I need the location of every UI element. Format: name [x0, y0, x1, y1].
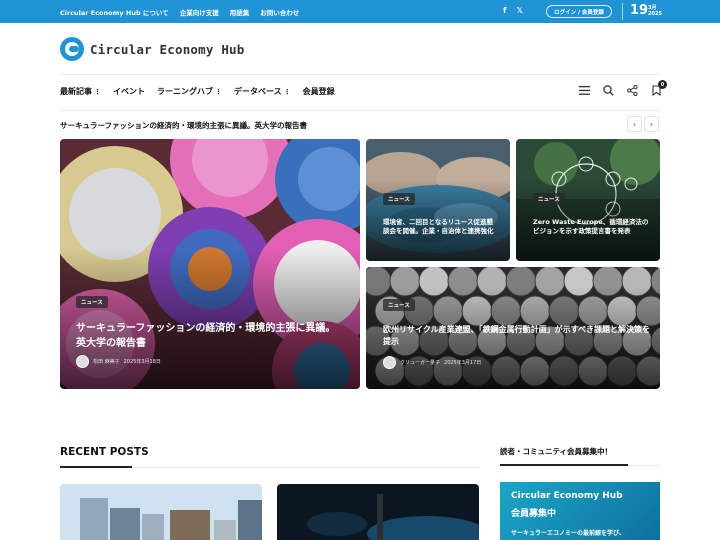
- category-tag[interactable]: ニュース: [533, 193, 565, 205]
- recent-post-thumb-1[interactable]: [60, 484, 262, 540]
- blue-bokeh-image: [277, 484, 479, 540]
- date-month-year: 3月 2025: [648, 5, 662, 17]
- avatar: [383, 356, 396, 369]
- category-tag[interactable]: ニュース: [383, 193, 415, 205]
- divider: [60, 74, 660, 75]
- card-title[interactable]: Zero Waste Europe、循環経済法のビジョンを示す政策提言書を発表: [533, 218, 649, 237]
- nav-tools: 0: [578, 80, 667, 96]
- nav-label: 会員登録: [302, 87, 335, 96]
- nav-label: イベント: [113, 87, 145, 96]
- avatar: [76, 355, 89, 368]
- date-day: 19: [630, 3, 649, 18]
- heading-underline: [60, 466, 132, 468]
- divider: [60, 110, 660, 111]
- top-links: Circular Economy Hub について 企業向け支援 用語集 お問い…: [60, 0, 299, 23]
- social-links: f 𝕏: [503, 6, 523, 15]
- membership-promo-banner[interactable]: Circular Economy Hub 会員募集中 サーキュラーエコノミーの最…: [500, 482, 660, 540]
- site-logo[interactable]: Circular Economy Hub: [60, 37, 245, 61]
- card-meta: 松田 麻美子 2025年3月18日: [76, 355, 161, 368]
- nav-item-register[interactable]: 会員登録: [303, 86, 335, 97]
- top-link-contact[interactable]: お問い合わせ: [260, 7, 299, 17]
- city-buildings-image: [60, 484, 262, 540]
- logo-text: Circular Economy Hub: [90, 41, 245, 57]
- main-nav: 最新記事 ⋮ イベント ラーニングハブ ⋮ データベース ⋮ 会員登録: [60, 86, 335, 97]
- top-link-about[interactable]: Circular Economy Hub について: [60, 7, 169, 17]
- promo-subtext: サーキュラーエコノミーの最前線を学び、: [511, 530, 626, 537]
- post-date: 2025年3月17日: [444, 360, 482, 366]
- nav-label: ラーニングハブ: [157, 87, 213, 96]
- hamburger-menu-icon[interactable]: [578, 84, 590, 96]
- card-meta: クリューガー量子 2025年3月17日: [383, 356, 481, 369]
- menu-dots-icon: ⋮: [215, 87, 222, 96]
- top-bar: Circular Economy Hub について 企業向け支援 用語集 お問い…: [0, 0, 720, 23]
- card-title[interactable]: 環境省、二回目となるリユース促進懇談会を開催。企業・自治体と連携強化: [383, 218, 497, 237]
- logo-icon: [60, 37, 84, 61]
- featured-card-2[interactable]: ニュース 環境省、二回目となるリユース促進懇談会を開催。企業・自治体と連携強化: [366, 139, 510, 261]
- featured-card-4[interactable]: ニュース 欧州リサイクル産業連盟、「鉄鋼金属行動計画」が示すべき課題と解決策を提…: [366, 267, 660, 389]
- card-title[interactable]: 欧州リサイクル産業連盟、「鉄鋼金属行動計画」が示すべき課題と解決策を提示: [383, 324, 653, 347]
- recent-posts-heading: RECENT POSTS: [60, 446, 149, 458]
- ticker-controls: ‹ ›: [627, 116, 659, 132]
- nav-item-database[interactable]: データベース ⋮: [234, 86, 291, 97]
- nav-item-events[interactable]: イベント: [113, 86, 145, 97]
- author-name[interactable]: 松田 麻美子: [93, 358, 120, 365]
- nav-label: データベース: [234, 87, 282, 96]
- featured-card-main[interactable]: ニュース サーキュラーファッションの経済的・環境的主張に異議。英大学の報告書 松…: [60, 139, 360, 389]
- date-year: 2025: [648, 11, 662, 17]
- image-overlay: [60, 249, 360, 389]
- share-icon[interactable]: [626, 84, 638, 96]
- featured-card-3[interactable]: ニュース Zero Waste Europe、循環経済法のビジョンを示す政策提言…: [516, 139, 660, 261]
- menu-dots-icon: ⋮: [94, 87, 101, 96]
- category-tag[interactable]: ニュース: [76, 296, 108, 308]
- promo-brand: Circular Economy Hub: [511, 491, 623, 501]
- category-tag[interactable]: ニュース: [383, 299, 415, 311]
- divider: [622, 3, 623, 20]
- top-link-business[interactable]: 企業向け支援: [180, 7, 219, 17]
- facebook-icon[interactable]: f: [503, 6, 506, 15]
- divider: [628, 465, 660, 466]
- divider: [132, 467, 480, 468]
- post-date: 2025年3月18日: [123, 359, 161, 365]
- nav-item-learning-hub[interactable]: ラーニングハブ ⋮: [157, 86, 222, 97]
- search-icon[interactable]: [602, 84, 614, 96]
- bookmark-count-badge: 0: [658, 80, 667, 89]
- login-button[interactable]: ログイン / 会員登録: [546, 5, 612, 18]
- x-icon[interactable]: 𝕏: [516, 6, 522, 15]
- sidebar-heading: 読者・コミュニティ会員募集中！: [500, 447, 613, 456]
- ticker-next-button[interactable]: ›: [644, 116, 659, 132]
- top-link-glossary[interactable]: 用語集: [230, 7, 250, 17]
- ticker-prev-button[interactable]: ‹: [627, 116, 642, 132]
- nav-item-latest[interactable]: 最新記事 ⋮: [60, 86, 101, 97]
- author-name[interactable]: クリューガー量子: [400, 359, 440, 366]
- recent-post-thumb-2[interactable]: [277, 484, 479, 540]
- heading-underline: [500, 464, 628, 466]
- menu-dots-icon: ⋮: [283, 87, 291, 96]
- nav-label: 最新記事: [60, 87, 92, 96]
- bookmark-icon[interactable]: 0: [650, 80, 667, 96]
- ticker-headline[interactable]: サーキュラーファッションの経済的・環境的主張に異議。英大学の報告書: [60, 120, 307, 131]
- promo-headline: 会員募集中: [511, 509, 557, 519]
- card-title[interactable]: サーキュラーファッションの経済的・環境的主張に異議。英大学の報告書: [76, 322, 344, 351]
